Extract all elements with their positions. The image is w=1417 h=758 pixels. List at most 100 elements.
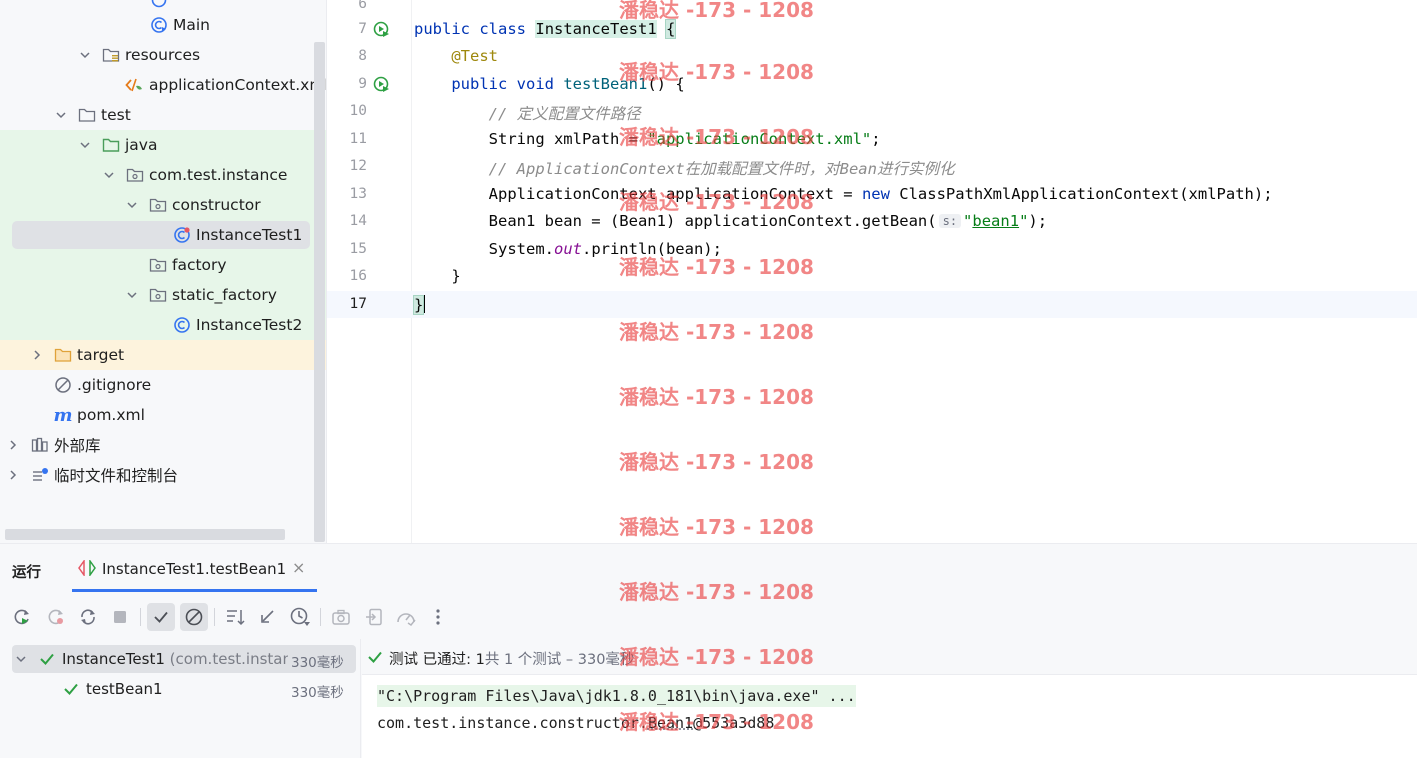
- tree-item-test[interactable]: test: [0, 100, 326, 130]
- tree-item-label: Main: [173, 16, 211, 34]
- run-test-gutter-icon[interactable]: [373, 21, 389, 37]
- coverage-gauge-icon[interactable]: [392, 603, 420, 631]
- tree-item-static-factory[interactable]: static_factory: [0, 280, 326, 310]
- test-row-testbean1[interactable]: testBean1 330毫秒: [0, 675, 361, 703]
- line-number: 9: [358, 76, 367, 92]
- test-history-button[interactable]: [286, 603, 314, 631]
- tree-item-com-test-instance[interactable]: com.test.instance: [0, 160, 326, 190]
- chevron-right-icon[interactable]: [6, 468, 20, 482]
- tree-item-gitignore[interactable]: .gitignore: [0, 370, 326, 400]
- tree-item-java[interactable]: java: [0, 130, 326, 160]
- more-options-icon[interactable]: [424, 603, 452, 631]
- run-test-gutter-icon[interactable]: [373, 76, 389, 92]
- chevron-down-icon[interactable]: [54, 108, 68, 122]
- code-line[interactable]: 14 Bean1 bean = (Bean1) applicationConte…: [327, 208, 1417, 235]
- tree-item-pom-xml[interactable]: m pom.xml: [0, 400, 326, 430]
- tree-item-main[interactable]: Main: [0, 10, 326, 40]
- tree-item-instancetest2[interactable]: InstanceTest2: [0, 310, 326, 340]
- class-icon: [150, 0, 168, 9]
- parameter-hint: s:: [938, 214, 962, 228]
- tree-item-scratches[interactable]: 临时文件和控制台: [0, 460, 326, 490]
- line-number: 10: [349, 103, 367, 119]
- test-status-text: 测试 已通过: 1共 1 个测试 – 330毫秒: [389, 652, 635, 668]
- tree-item-label: 临时文件和控制台: [54, 467, 179, 485]
- collapse-all-button[interactable]: [253, 603, 281, 631]
- tree-item-label: factory: [172, 256, 227, 274]
- package-icon: [149, 196, 167, 214]
- stop-button[interactable]: [106, 603, 134, 631]
- line-number: 17: [349, 296, 367, 312]
- line-number: 16: [349, 268, 367, 284]
- code-text: // 定义配置文件路径: [488, 105, 641, 123]
- test-suite-label: InstanceTest1 (com.test.instanc: [62, 650, 288, 668]
- chevron-down-icon[interactable]: [78, 48, 92, 62]
- line-number: 12: [349, 158, 367, 174]
- camera-icon[interactable]: [327, 603, 355, 631]
- chevron-down-icon[interactable]: [125, 288, 139, 302]
- tree-item-factory[interactable]: factory: [0, 250, 326, 280]
- line-number: 13: [349, 186, 367, 202]
- tree-item-instancetest1[interactable]: InstanceTest1: [0, 220, 326, 250]
- code-text: String xmlPath = "applicationContext.xml…: [488, 130, 881, 148]
- import-tests-button[interactable]: [360, 603, 388, 631]
- code-text: Bean1 bean = (Bean1) applicationContext.…: [488, 212, 1048, 230]
- tree-item-label: resources: [125, 46, 201, 64]
- ignored-file-icon: [54, 376, 72, 394]
- tree-item-constructor[interactable]: constructor: [0, 190, 326, 220]
- test-passed-icon: [366, 648, 384, 666]
- xml-file-icon: [125, 76, 143, 94]
- code-line[interactable]: 7 public class InstanceTest1 {: [327, 16, 1417, 43]
- code-text: }: [412, 295, 426, 315]
- code-text: // ApplicationContext在加载配置文件时，对Bean进行实例化: [488, 160, 955, 178]
- chevron-down-icon[interactable]: [102, 168, 116, 182]
- run-tab[interactable]: InstanceTest1.testBean1 ×: [72, 544, 317, 592]
- line-number: 8: [358, 48, 367, 64]
- code-line[interactable]: 10 // 定义配置文件路径: [327, 98, 1417, 125]
- tree-item-label: .gitignore: [77, 376, 152, 394]
- code-line[interactable]: 13 ApplicationContext applicationContext…: [327, 181, 1417, 208]
- chevron-down-icon[interactable]: [14, 652, 28, 666]
- close-icon[interactable]: ×: [292, 558, 305, 577]
- test-passed-icon: [38, 650, 56, 668]
- console-output[interactable]: "C:\Program Files\Java\jdk1.8.0_181\bin\…: [362, 675, 1417, 758]
- toolbar-separator: [214, 608, 215, 626]
- tree-item-external-libraries[interactable]: 外部库: [0, 430, 326, 460]
- chevron-right-icon[interactable]: [6, 438, 20, 452]
- code-line[interactable]: 16 }: [327, 263, 1417, 290]
- tree-horizontal-scrollbar[interactable]: [5, 529, 285, 540]
- code-line[interactable]: 15 System.out.println(bean);: [327, 236, 1417, 263]
- code-line-current[interactable]: 17 }: [327, 291, 1417, 318]
- rerun-button[interactable]: [8, 603, 36, 631]
- show-ignored-button[interactable]: [180, 603, 208, 631]
- tree-item-label: target: [77, 346, 125, 364]
- code-line[interactable]: 9 public void testBean1() {: [327, 71, 1417, 98]
- library-icon: [31, 436, 49, 454]
- line-number: 11: [349, 131, 367, 147]
- code-line[interactable]: 11 String xmlPath = "applicationContext.…: [327, 126, 1417, 153]
- code-editor[interactable]: 6 7 public class InstanceTest1 { 8 @Test…: [326, 0, 1417, 543]
- code-text: System.out.println(bean);: [488, 240, 722, 258]
- code-line[interactable]: 12 // ApplicationContext在加载配置文件时，对Bean进行…: [327, 153, 1417, 180]
- chevron-down-icon[interactable]: [125, 198, 139, 212]
- chevron-down-icon[interactable]: [78, 138, 92, 152]
- toggle-auto-test-button[interactable]: [74, 603, 102, 631]
- code-line[interactable]: 8 @Test: [327, 43, 1417, 70]
- maven-icon: m: [53, 404, 73, 426]
- line-number: 14: [349, 213, 367, 229]
- tree-item-target[interactable]: target: [0, 340, 326, 370]
- scratch-icon: [31, 466, 49, 484]
- tree-item-label: java: [125, 136, 158, 154]
- rerun-failed-button[interactable]: [42, 603, 70, 631]
- run-tab-label: InstanceTest1.testBean1: [102, 560, 287, 578]
- test-row-instancetest1[interactable]: InstanceTest1 (com.test.instanc 330毫秒: [12, 645, 356, 673]
- tree-item-resources[interactable]: resources: [0, 40, 326, 70]
- tree-item-applicationcontext-xml[interactable]: applicationContext.xml: [0, 70, 326, 100]
- tree-item-label: InstanceTest1: [196, 226, 303, 244]
- sort-button[interactable]: [222, 603, 250, 631]
- chevron-right-icon[interactable]: [30, 348, 44, 362]
- project-tree: Main resources applicationContext.xml te…: [0, 0, 326, 543]
- test-method-label: testBean1: [86, 680, 163, 698]
- tree-vertical-scrollbar[interactable]: [314, 42, 325, 542]
- test-results-tree: InstanceTest1 (com.test.instanc 330毫秒 te…: [0, 639, 361, 758]
- show-passed-button[interactable]: [147, 603, 175, 631]
